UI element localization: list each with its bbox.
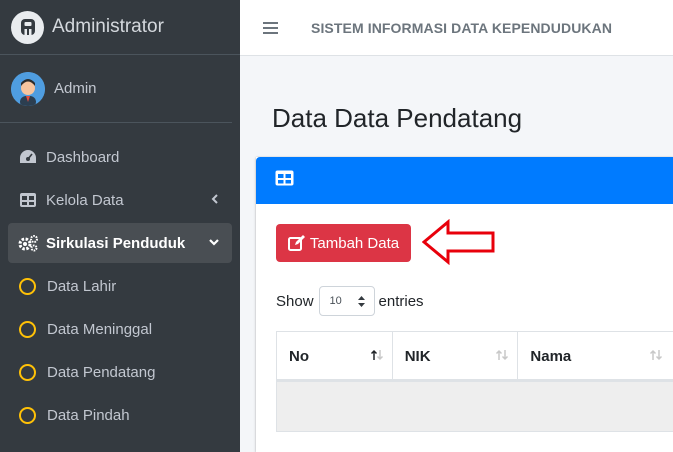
select-caret-icon xyxy=(357,295,366,311)
circle-icon xyxy=(19,363,36,381)
sidebar-subitem-label: Data Pendatang xyxy=(47,363,156,381)
column-header-label: Nama xyxy=(530,347,572,365)
sidebar-item-label: Dashboard xyxy=(46,148,120,166)
sidebar-subitem-label: Data Lahir xyxy=(47,277,117,295)
user-name: Admin xyxy=(54,80,97,97)
sidebar-subitem-data-pendatang[interactable]: Data Pendatang xyxy=(8,352,232,392)
page-title: Data Data Pendatang xyxy=(272,103,523,133)
sidebar-nav: Dashboard Kelola Data Sirkulasi Penduduk… xyxy=(0,123,240,435)
table-row xyxy=(276,382,673,432)
table-icon xyxy=(275,170,294,191)
sort-icon xyxy=(495,349,509,361)
navbar-title: SISTEM INFORMASI DATA KEPENDUDUKAN xyxy=(311,19,613,36)
chevron-down-icon xyxy=(208,235,220,252)
circle-icon xyxy=(19,406,36,424)
add-data-button[interactable]: Tambah Data xyxy=(276,224,411,262)
entries-select[interactable]: 10 xyxy=(318,286,375,316)
table-header: No NIK Nama xyxy=(276,331,673,382)
edit-icon xyxy=(287,235,305,251)
show-label: Show xyxy=(276,292,314,310)
sort-icon xyxy=(649,349,663,361)
user-avatar-icon xyxy=(11,71,45,106)
sidebar-subitem-data-meninggal[interactable]: Data Meninggal xyxy=(8,309,232,349)
column-header-no[interactable]: No xyxy=(277,332,393,380)
brand-text: Administrator xyxy=(52,16,164,37)
hamburger-menu-icon[interactable] xyxy=(263,19,278,37)
data-table: No NIK Nama xyxy=(276,331,673,432)
column-header-label: NIK xyxy=(404,347,431,365)
top-navbar: SISTEM INFORMASI DATA KEPENDUDUKAN xyxy=(240,0,673,56)
sidebar-item-dashboard[interactable]: Dashboard xyxy=(8,137,232,177)
table-icon xyxy=(17,190,39,210)
cogs-icon xyxy=(17,233,39,253)
card-header xyxy=(256,157,673,204)
sidebar-subitem-label: Data Pindah xyxy=(47,406,130,424)
sidebar-subitem-data-lahir[interactable]: Data Lahir xyxy=(8,266,232,306)
column-header-nik[interactable]: NIK xyxy=(393,332,519,380)
sidebar-item-label: Sirkulasi Penduduk xyxy=(46,234,186,252)
entries-select-value: 10 xyxy=(329,295,342,307)
entries-length-control: Show 10 entries xyxy=(276,286,424,316)
user-panel[interactable]: Admin xyxy=(0,55,232,123)
sidebar-subitem-label: Data Meninggal xyxy=(47,320,153,338)
sidebar-item-label: Kelola Data xyxy=(46,191,124,209)
annotation-arrow-icon xyxy=(421,218,496,270)
sidebar-item-kelola-data[interactable]: Kelola Data xyxy=(8,180,232,220)
brand[interactable]: Administrator xyxy=(0,0,240,55)
column-header-nama[interactable]: Nama xyxy=(518,332,673,380)
circle-icon xyxy=(19,320,36,338)
circle-icon xyxy=(19,277,36,295)
tachometer-icon xyxy=(17,147,39,167)
app-logo-icon xyxy=(11,10,44,44)
data-card: Tambah Data Show 10 entries No NIK Nama xyxy=(256,157,673,452)
sidebar: Administrator Admin Dashboard Kelola Dat xyxy=(0,0,240,452)
add-data-label: Tambah Data xyxy=(309,234,400,252)
sort-asc-icon xyxy=(370,349,384,361)
entries-label: entries xyxy=(378,292,424,310)
chevron-left-icon xyxy=(210,192,220,210)
sidebar-subitem-data-pindah[interactable]: Data Pindah xyxy=(8,395,232,435)
column-header-label: No xyxy=(289,347,309,365)
sidebar-item-sirkulasi-penduduk[interactable]: Sirkulasi Penduduk xyxy=(8,223,232,263)
